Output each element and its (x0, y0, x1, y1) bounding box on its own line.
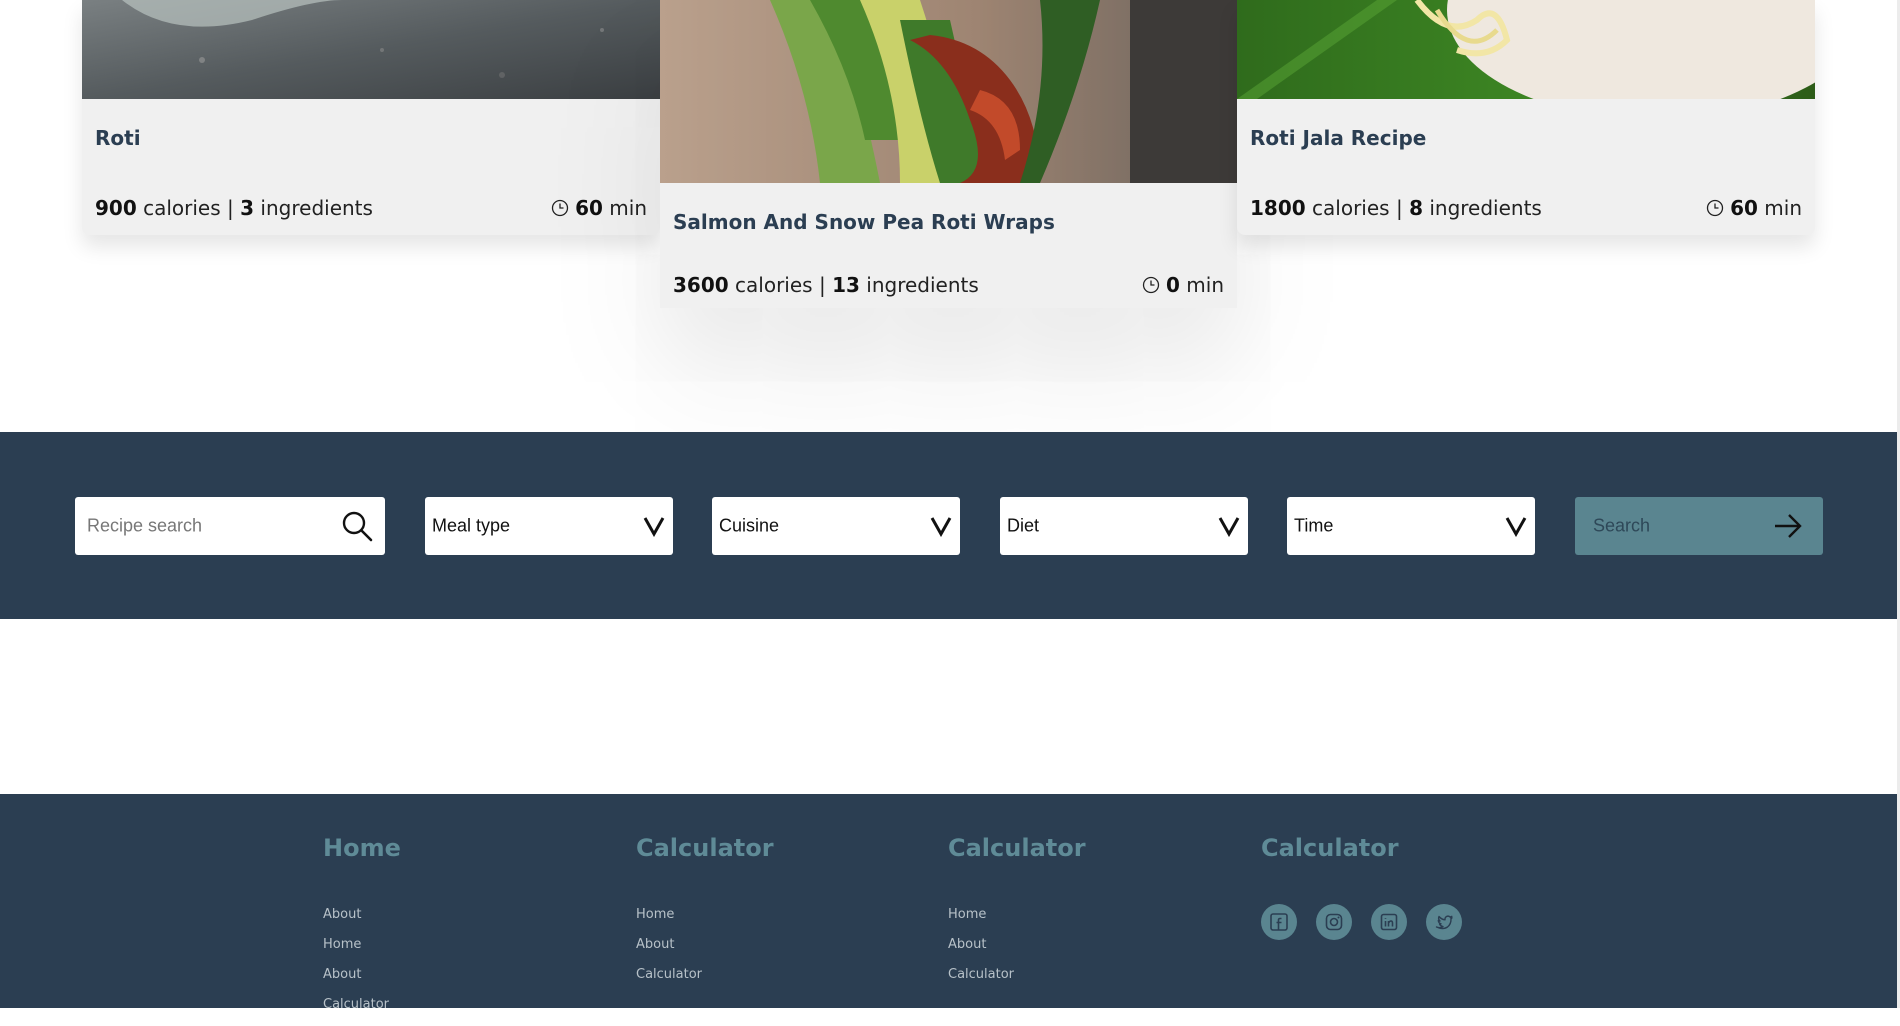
meal-type-dropdown[interactable]: Meal type (425, 497, 673, 555)
clock-icon (1142, 276, 1160, 294)
calories-label: calories (735, 273, 813, 297)
search-button-label: Search (1593, 515, 1651, 536)
footer-link[interactable]: Calculator (323, 996, 401, 1026)
recipe-card[interactable]: Roti 900 calories | 3 ingredients 60 min (82, 0, 660, 235)
search-placeholder: Recipe search (87, 515, 203, 536)
clock-icon (551, 199, 569, 217)
cuisine-dropdown[interactable]: Cuisine (712, 497, 960, 555)
footer-link[interactable]: Calculator (636, 966, 774, 996)
ingredients-value: 8 (1409, 196, 1423, 220)
footer-social-column: Calculator (1261, 834, 1462, 940)
calories-label: calories (143, 196, 221, 220)
chevron-down-icon (1505, 517, 1527, 537)
ingredients-label: ingredients (260, 196, 373, 220)
recipe-title[interactable]: Roti (95, 126, 141, 150)
recipe-image[interactable] (660, 0, 1237, 183)
recipe-stats: 1800 calories | 8 ingredients (1250, 196, 1542, 220)
footer-heading: Calculator (1261, 834, 1399, 862)
footer-link[interactable]: Home (323, 936, 401, 966)
footer-link[interactable]: Home (948, 906, 1086, 936)
ingredients-value: 3 (240, 196, 255, 220)
dropdown-label: Diet (1007, 515, 1040, 536)
footer-link[interactable]: About (323, 906, 401, 936)
site-footer: Home About Home About Calculator Calcula… (0, 794, 1897, 1012)
calories-value: 1800 (1250, 196, 1306, 220)
footer-link[interactable]: About (323, 966, 401, 996)
time-unit: min (1764, 196, 1802, 220)
time-value: 0 (1166, 273, 1180, 297)
recipe-filter-bar: Recipe search Meal type Cuisine Diet Tim… (0, 432, 1897, 619)
chevron-down-icon (930, 517, 952, 537)
time-value: 60 (575, 196, 603, 220)
chevron-down-icon (643, 517, 665, 537)
linkedin-icon[interactable] (1371, 904, 1407, 940)
magnifier-icon[interactable] (341, 510, 373, 542)
dropdown-label: Time (1294, 515, 1334, 536)
recipe-time: 0 min (1142, 273, 1224, 297)
calories-label: calories (1312, 196, 1390, 220)
recipe-time: 60 min (1706, 196, 1802, 220)
facebook-icon[interactable] (1261, 904, 1297, 940)
footer-heading: Calculator (948, 834, 1086, 862)
time-unit: min (609, 196, 647, 220)
footer-link[interactable]: About (948, 936, 1086, 966)
stats-separator: | (1395, 196, 1403, 220)
dropdown-label: Meal type (432, 515, 511, 536)
footer-column: Calculator Home About Calculator (948, 834, 1086, 996)
recipe-stats: 3600 calories | 13 ingredients (673, 273, 979, 297)
recipe-image[interactable] (82, 0, 660, 99)
chevron-down-icon (1218, 517, 1240, 537)
calories-value: 3600 (673, 273, 729, 297)
time-unit: min (1186, 273, 1224, 297)
search-input[interactable]: Recipe search (75, 497, 385, 555)
dropdown-label: Cuisine (719, 515, 780, 536)
footer-column: Calculator Home About Calculator (636, 834, 774, 996)
twitter-icon[interactable] (1426, 904, 1462, 940)
instagram-icon[interactable] (1316, 904, 1352, 940)
search-submit-button[interactable]: Search (1575, 497, 1823, 555)
footer-link[interactable]: Calculator (948, 966, 1086, 996)
recipe-title[interactable]: Roti Jala Recipe (1250, 126, 1426, 150)
ingredients-value: 13 (832, 273, 860, 297)
footer-heading: Calculator (636, 834, 774, 862)
social-links (1261, 904, 1462, 940)
ingredients-label: ingredients (1429, 196, 1542, 220)
stats-separator: | (818, 273, 826, 297)
time-dropdown[interactable]: Time (1287, 497, 1535, 555)
recipe-stats: 900 calories | 3 ingredients (95, 196, 373, 220)
calories-value: 900 (95, 196, 137, 220)
footer-link[interactable]: Home (636, 906, 774, 936)
recipe-time: 60 min (551, 196, 647, 220)
recipe-image[interactable] (1237, 0, 1815, 99)
recipe-card[interactable]: Salmon And Snow Pea Roti Wraps 3600 calo… (660, 0, 1237, 308)
footer-link[interactable]: About (636, 936, 774, 966)
diet-dropdown[interactable]: Diet (1000, 497, 1248, 555)
recipe-title[interactable]: Salmon And Snow Pea Roti Wraps (673, 210, 1055, 234)
footer-column: Home About Home About Calculator (323, 834, 401, 1026)
arrow-right-icon (1775, 514, 1802, 538)
footer-heading: Home (323, 834, 401, 862)
recipe-card[interactable]: Roti Jala Recipe 1800 calories | 8 ingre… (1237, 0, 1815, 235)
clock-icon (1706, 199, 1724, 217)
page: Roti 900 calories | 3 ingredients 60 min (0, 0, 1900, 1012)
time-value: 60 (1730, 196, 1758, 220)
ingredients-label: ingredients (866, 273, 979, 297)
stats-separator: | (227, 196, 234, 220)
